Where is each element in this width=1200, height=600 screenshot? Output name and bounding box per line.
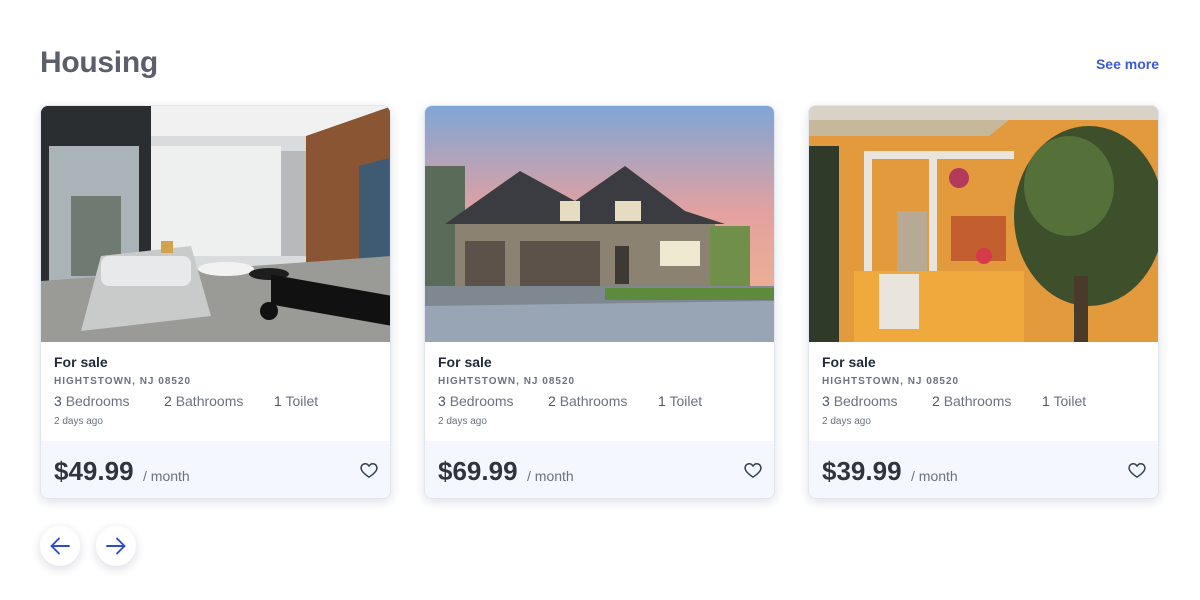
bathrooms: 2 Bathrooms (164, 393, 243, 409)
listing-card[interactable]: For sale HIGHTSTOWN, NJ 08520 3 Bedrooms… (424, 105, 775, 499)
listing-card[interactable]: For sale HIGHTSTOWN, NJ 08520 3 Bedrooms… (808, 105, 1159, 499)
previous-button[interactable] (40, 526, 80, 566)
listing-specs: 3 Bedrooms 2 Bathrooms 1 Toilet (822, 393, 1147, 413)
listing-details: For sale HIGHTSTOWN, NJ 08520 3 Bedrooms… (41, 342, 390, 442)
heart-outline-icon (1128, 462, 1146, 478)
listing-specs: 3 Bedrooms 2 Bathrooms 1 Toilet (54, 393, 379, 413)
bathrooms-count: 2 (164, 393, 172, 409)
toilets-count: 1 (658, 393, 666, 409)
living-room-interior-photo (41, 106, 390, 342)
next-button[interactable] (96, 526, 136, 566)
listing-footer: $39.99 / month (809, 441, 1158, 498)
listing-photo[interactable] (425, 106, 774, 342)
listing-location: HIGHTSTOWN, NJ 08520 (54, 376, 192, 387)
bedrooms: 3 Bedrooms (438, 393, 514, 409)
bedrooms-label: Bedrooms (833, 393, 898, 409)
bedrooms-count: 3 (54, 393, 62, 409)
bathrooms-count: 2 (932, 393, 940, 409)
listing-card[interactable]: For sale HIGHTSTOWN, NJ 08520 3 Bedrooms… (40, 105, 391, 499)
toilets: 1 Toilet (1042, 393, 1086, 409)
bathrooms-label: Bathrooms (175, 393, 244, 409)
section-title: Housing (40, 46, 158, 79)
listing-photo[interactable] (41, 106, 390, 342)
bathrooms-label: Bathrooms (943, 393, 1012, 409)
listing-status: For sale (438, 354, 492, 370)
listing-cards: For sale HIGHTSTOWN, NJ 08520 3 Bedrooms… (40, 105, 1160, 500)
heart-outline-icon (744, 462, 762, 478)
toilets-label: Toilet (1053, 393, 1087, 409)
posted-time: 2 days ago (54, 416, 103, 427)
arrow-left-icon (50, 537, 70, 555)
listing-specs: 3 Bedrooms 2 Bathrooms 1 Toilet (438, 393, 763, 413)
favorite-button[interactable] (743, 460, 763, 480)
listing-price: $49.99 (54, 456, 134, 486)
bedrooms-count: 3 (438, 393, 446, 409)
bathrooms: 2 Bathrooms (932, 393, 1011, 409)
listing-footer: $69.99 / month (425, 441, 774, 498)
toilets: 1 Toilet (658, 393, 702, 409)
listing-status: For sale (822, 354, 876, 370)
section-header: Housing See more (40, 44, 1160, 88)
toilets-label: Toilet (285, 393, 319, 409)
bedrooms: 3 Bedrooms (54, 393, 130, 409)
toilets: 1 Toilet (274, 393, 318, 409)
listing-price: $69.99 (438, 456, 518, 486)
heart-outline-icon (360, 462, 378, 478)
see-more-link[interactable]: See more (1096, 56, 1159, 72)
toilets-label: Toilet (669, 393, 703, 409)
price-period: / month (143, 468, 190, 484)
bedrooms-label: Bedrooms (65, 393, 130, 409)
bathrooms-count: 2 (548, 393, 556, 409)
arrow-right-icon (106, 537, 126, 555)
bedrooms-label: Bedrooms (449, 393, 514, 409)
toilets-count: 1 (1042, 393, 1050, 409)
orange-house-porch-photo (809, 106, 1158, 342)
listing-details: For sale HIGHTSTOWN, NJ 08520 3 Bedrooms… (809, 342, 1158, 442)
favorite-button[interactable] (359, 460, 379, 480)
bedrooms-count: 3 (822, 393, 830, 409)
bathrooms: 2 Bathrooms (548, 393, 627, 409)
favorite-button[interactable] (1127, 460, 1147, 480)
toilets-count: 1 (274, 393, 282, 409)
posted-time: 2 days ago (438, 416, 487, 427)
listing-details: For sale HIGHTSTOWN, NJ 08520 3 Bedrooms… (425, 342, 774, 442)
bathrooms-label: Bathrooms (559, 393, 628, 409)
price-period: / month (527, 468, 574, 484)
listing-footer: $49.99 / month (41, 441, 390, 498)
listing-location: HIGHTSTOWN, NJ 08520 (822, 376, 960, 387)
suburban-house-exterior-photo (425, 106, 774, 342)
listing-photo[interactable] (809, 106, 1158, 342)
posted-time: 2 days ago (822, 416, 871, 427)
listing-price: $39.99 (822, 456, 902, 486)
bedrooms: 3 Bedrooms (822, 393, 898, 409)
price-period: / month (911, 468, 958, 484)
listing-status: For sale (54, 354, 108, 370)
listing-location: HIGHTSTOWN, NJ 08520 (438, 376, 576, 387)
